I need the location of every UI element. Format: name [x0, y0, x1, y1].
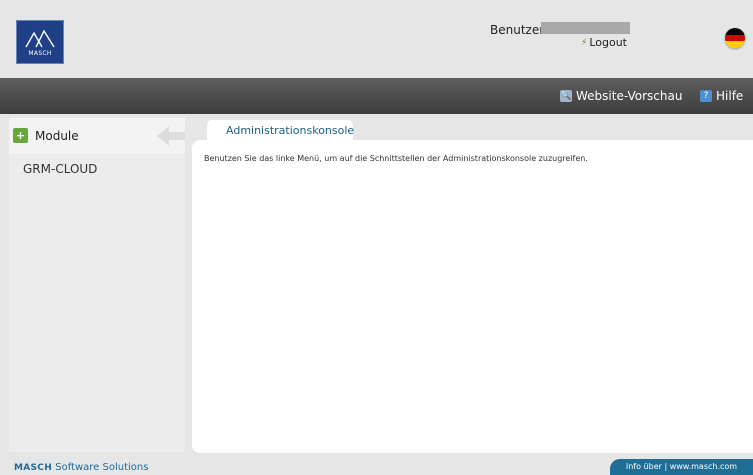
help-label: Hilfe: [716, 89, 744, 103]
footer-brand-suffix: Software Solutions: [55, 462, 149, 473]
help-icon: ?: [700, 90, 712, 102]
help-button[interactable]: ? Hilfe: [700, 89, 743, 103]
footer-info-link[interactable]: Info über | www.masch.com: [610, 459, 753, 475]
user-label: Benutzer:: [490, 23, 548, 37]
header: MASCH Benutzer: ⚡ Logout: [0, 0, 753, 78]
top-nav-bar: 🔍 Website-Vorschau ? Hilfe: [0, 78, 753, 114]
footer-brand-name: MASCH: [14, 463, 53, 473]
tab-administrationskonsole[interactable]: Administrationskonsole: [207, 120, 355, 141]
website-preview-button[interactable]: 🔍 Website-Vorschau: [560, 89, 682, 103]
magnifier-icon: 🔍: [560, 90, 572, 102]
sidebar-title: Module: [35, 129, 79, 143]
masch-logo[interactable]: MASCH: [16, 20, 64, 64]
website-preview-label: Website-Vorschau: [576, 89, 683, 103]
mountain-logo-icon: [25, 29, 55, 48]
sidebar-item-grm-cloud[interactable]: GRM-CLOUD: [23, 162, 97, 176]
tab-label: Administrationskonsole: [226, 124, 355, 137]
footer-brand: MASCH Software Solutions: [14, 462, 148, 473]
sidebar: + Module GRM-CLOUD: [9, 118, 185, 452]
app-page: MASCH Benutzer: ⚡ Logout 🔍 Website-Vorsc…: [0, 0, 753, 475]
collapse-sidebar-icon[interactable]: [157, 124, 187, 148]
username-redacted: [541, 22, 630, 34]
instruction-text: Benutzen Sie das linke Menü, um auf die …: [204, 154, 588, 163]
logout-label: Logout: [589, 36, 627, 49]
logout-icon: ⚡: [581, 37, 588, 48]
main-panel: Benutzen Sie das linke Menü, um auf die …: [192, 140, 753, 453]
logo-text: MASCH: [28, 50, 52, 57]
german-flag-icon[interactable]: [725, 28, 745, 48]
module-puzzle-icon: +: [13, 128, 28, 143]
logout-link[interactable]: ⚡ Logout: [581, 36, 627, 49]
sidebar-header: + Module: [9, 118, 185, 154]
